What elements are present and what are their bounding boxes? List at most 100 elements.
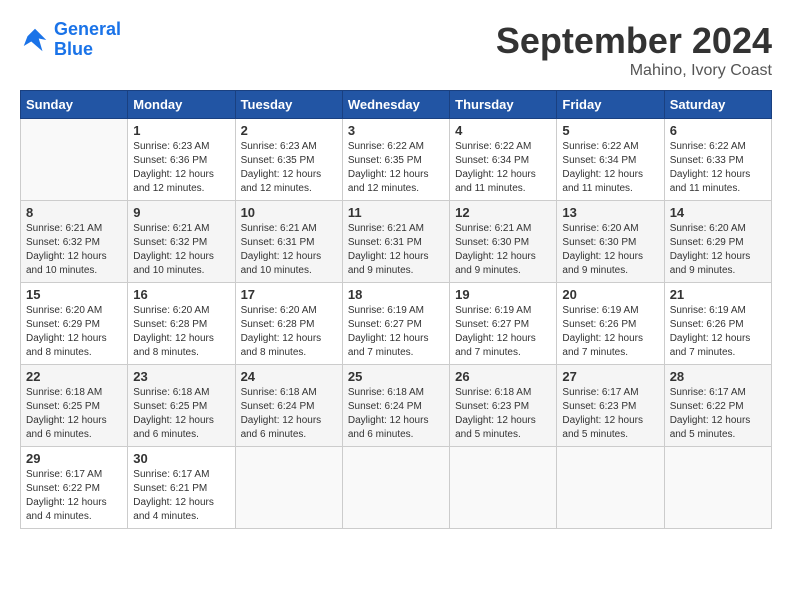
day-cell: 11 Sunrise: 6:21 AM Sunset: 6:31 PM Dayl… (342, 201, 449, 283)
day-number: 30 (133, 451, 229, 466)
day-number: 18 (348, 287, 444, 302)
week-row-3: 15 Sunrise: 6:20 AM Sunset: 6:29 PM Dayl… (21, 283, 772, 365)
day-cell: 28 Sunrise: 6:17 AM Sunset: 6:22 PM Dayl… (664, 365, 771, 447)
calendar-header: SundayMondayTuesdayWednesdayThursdayFrid… (21, 91, 772, 119)
day-number: 22 (26, 369, 122, 384)
day-info: Sunrise: 6:21 AM Sunset: 6:32 PM Dayligh… (26, 222, 122, 278)
day-info: Sunrise: 6:18 AM Sunset: 6:24 PM Dayligh… (348, 386, 444, 442)
month-title: September 2024 (496, 20, 772, 62)
day-number: 13 (562, 205, 658, 220)
week-row-1: 1 Sunrise: 6:23 AM Sunset: 6:36 PM Dayli… (21, 119, 772, 201)
day-cell: 24 Sunrise: 6:18 AM Sunset: 6:24 PM Dayl… (235, 365, 342, 447)
day-info: Sunrise: 6:18 AM Sunset: 6:25 PM Dayligh… (26, 386, 122, 442)
week-row-4: 22 Sunrise: 6:18 AM Sunset: 6:25 PM Dayl… (21, 365, 772, 447)
day-number: 12 (455, 205, 551, 220)
day-info: Sunrise: 6:20 AM Sunset: 6:30 PM Dayligh… (562, 222, 658, 278)
day-info: Sunrise: 6:21 AM Sunset: 6:32 PM Dayligh… (133, 222, 229, 278)
day-info: Sunrise: 6:19 AM Sunset: 6:27 PM Dayligh… (455, 304, 551, 360)
day-number: 23 (133, 369, 229, 384)
day-cell: 22 Sunrise: 6:18 AM Sunset: 6:25 PM Dayl… (21, 365, 128, 447)
day-cell: 29 Sunrise: 6:17 AM Sunset: 6:22 PM Dayl… (21, 447, 128, 529)
day-info: Sunrise: 6:18 AM Sunset: 6:25 PM Dayligh… (133, 386, 229, 442)
day-cell: 27 Sunrise: 6:17 AM Sunset: 6:23 PM Dayl… (557, 365, 664, 447)
day-number: 10 (241, 205, 337, 220)
location: Mahino, Ivory Coast (496, 62, 772, 80)
day-number: 20 (562, 287, 658, 302)
header-cell-saturday: Saturday (664, 91, 771, 119)
day-info: Sunrise: 6:17 AM Sunset: 6:21 PM Dayligh… (133, 468, 229, 524)
day-cell: 25 Sunrise: 6:18 AM Sunset: 6:24 PM Dayl… (342, 365, 449, 447)
day-info: Sunrise: 6:22 AM Sunset: 6:34 PM Dayligh… (562, 140, 658, 196)
week-row-2: 8 Sunrise: 6:21 AM Sunset: 6:32 PM Dayli… (21, 201, 772, 283)
day-cell (557, 447, 664, 529)
day-info: Sunrise: 6:20 AM Sunset: 6:29 PM Dayligh… (670, 222, 766, 278)
day-info: Sunrise: 6:21 AM Sunset: 6:31 PM Dayligh… (348, 222, 444, 278)
day-cell (342, 447, 449, 529)
day-info: Sunrise: 6:17 AM Sunset: 6:22 PM Dayligh… (26, 468, 122, 524)
day-cell: 14 Sunrise: 6:20 AM Sunset: 6:29 PM Dayl… (664, 201, 771, 283)
day-cell: 3 Sunrise: 6:22 AM Sunset: 6:35 PM Dayli… (342, 119, 449, 201)
day-cell: 6 Sunrise: 6:22 AM Sunset: 6:33 PM Dayli… (664, 119, 771, 201)
day-cell: 19 Sunrise: 6:19 AM Sunset: 6:27 PM Dayl… (450, 283, 557, 365)
day-info: Sunrise: 6:20 AM Sunset: 6:28 PM Dayligh… (241, 304, 337, 360)
header-cell-friday: Friday (557, 91, 664, 119)
day-number: 3 (348, 123, 444, 138)
day-cell: 16 Sunrise: 6:20 AM Sunset: 6:28 PM Dayl… (128, 283, 235, 365)
day-cell: 8 Sunrise: 6:21 AM Sunset: 6:32 PM Dayli… (21, 201, 128, 283)
day-info: Sunrise: 6:20 AM Sunset: 6:28 PM Dayligh… (133, 304, 229, 360)
page-header: General Blue September 2024 Mahino, Ivor… (20, 20, 772, 80)
logo: General Blue (20, 20, 121, 60)
day-number: 17 (241, 287, 337, 302)
day-info: Sunrise: 6:22 AM Sunset: 6:33 PM Dayligh… (670, 140, 766, 196)
day-number: 29 (26, 451, 122, 466)
day-info: Sunrise: 6:18 AM Sunset: 6:24 PM Dayligh… (241, 386, 337, 442)
day-number: 6 (670, 123, 766, 138)
day-number: 8 (26, 205, 122, 220)
day-info: Sunrise: 6:17 AM Sunset: 6:22 PM Dayligh… (670, 386, 766, 442)
day-cell: 12 Sunrise: 6:21 AM Sunset: 6:30 PM Dayl… (450, 201, 557, 283)
day-info: Sunrise: 6:17 AM Sunset: 6:23 PM Dayligh… (562, 386, 658, 442)
header-cell-tuesday: Tuesday (235, 91, 342, 119)
day-info: Sunrise: 6:21 AM Sunset: 6:31 PM Dayligh… (241, 222, 337, 278)
day-number: 19 (455, 287, 551, 302)
logo-text: General Blue (54, 20, 121, 60)
day-info: Sunrise: 6:18 AM Sunset: 6:23 PM Dayligh… (455, 386, 551, 442)
day-cell: 23 Sunrise: 6:18 AM Sunset: 6:25 PM Dayl… (128, 365, 235, 447)
day-number: 14 (670, 205, 766, 220)
day-cell: 1 Sunrise: 6:23 AM Sunset: 6:36 PM Dayli… (128, 119, 235, 201)
day-cell: 13 Sunrise: 6:20 AM Sunset: 6:30 PM Dayl… (557, 201, 664, 283)
header-cell-monday: Monday (128, 91, 235, 119)
day-cell: 17 Sunrise: 6:20 AM Sunset: 6:28 PM Dayl… (235, 283, 342, 365)
day-cell: 30 Sunrise: 6:17 AM Sunset: 6:21 PM Dayl… (128, 447, 235, 529)
logo-icon (20, 25, 50, 55)
day-info: Sunrise: 6:19 AM Sunset: 6:27 PM Dayligh… (348, 304, 444, 360)
day-cell: 9 Sunrise: 6:21 AM Sunset: 6:32 PM Dayli… (128, 201, 235, 283)
day-cell: 21 Sunrise: 6:19 AM Sunset: 6:26 PM Dayl… (664, 283, 771, 365)
day-number: 4 (455, 123, 551, 138)
day-info: Sunrise: 6:22 AM Sunset: 6:34 PM Dayligh… (455, 140, 551, 196)
day-cell: 15 Sunrise: 6:20 AM Sunset: 6:29 PM Dayl… (21, 283, 128, 365)
header-row: SundayMondayTuesdayWednesdayThursdayFrid… (21, 91, 772, 119)
day-number: 5 (562, 123, 658, 138)
day-number: 9 (133, 205, 229, 220)
day-cell (235, 447, 342, 529)
day-cell (21, 119, 128, 201)
title-block: September 2024 Mahino, Ivory Coast (496, 20, 772, 80)
day-number: 27 (562, 369, 658, 384)
day-info: Sunrise: 6:19 AM Sunset: 6:26 PM Dayligh… (562, 304, 658, 360)
day-cell (450, 447, 557, 529)
day-number: 15 (26, 287, 122, 302)
day-number: 2 (241, 123, 337, 138)
day-cell: 4 Sunrise: 6:22 AM Sunset: 6:34 PM Dayli… (450, 119, 557, 201)
day-info: Sunrise: 6:20 AM Sunset: 6:29 PM Dayligh… (26, 304, 122, 360)
day-number: 26 (455, 369, 551, 384)
day-cell: 20 Sunrise: 6:19 AM Sunset: 6:26 PM Dayl… (557, 283, 664, 365)
day-cell: 10 Sunrise: 6:21 AM Sunset: 6:31 PM Dayl… (235, 201, 342, 283)
week-row-5: 29 Sunrise: 6:17 AM Sunset: 6:22 PM Dayl… (21, 447, 772, 529)
day-number: 16 (133, 287, 229, 302)
day-cell: 2 Sunrise: 6:23 AM Sunset: 6:35 PM Dayli… (235, 119, 342, 201)
day-cell: 5 Sunrise: 6:22 AM Sunset: 6:34 PM Dayli… (557, 119, 664, 201)
day-info: Sunrise: 6:21 AM Sunset: 6:30 PM Dayligh… (455, 222, 551, 278)
day-cell (664, 447, 771, 529)
day-number: 24 (241, 369, 337, 384)
